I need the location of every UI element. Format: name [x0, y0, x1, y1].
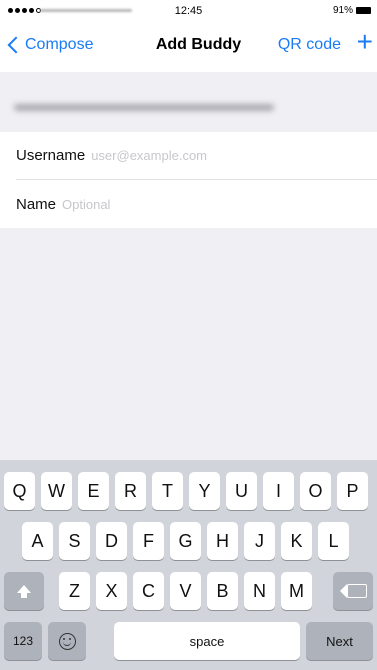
name-field[interactable] [62, 196, 377, 212]
key-e[interactable]: E [78, 472, 109, 510]
key-h[interactable]: H [207, 522, 238, 560]
battery-icon [356, 7, 371, 14]
delete-key[interactable] [333, 572, 373, 610]
qr-code-button[interactable]: QR code [278, 36, 341, 54]
key-u[interactable]: U [226, 472, 257, 510]
status-time: 12:45 [174, 5, 203, 17]
key-v[interactable]: V [170, 572, 201, 610]
section-header [0, 72, 377, 132]
battery-percent: 91% [332, 5, 353, 16]
key-r[interactable]: R [115, 472, 146, 510]
back-button-label: Compose [25, 36, 94, 53]
key-q[interactable]: Q [4, 472, 35, 510]
key-p[interactable]: P [337, 472, 368, 510]
key-f[interactable]: F [133, 522, 164, 560]
username-label: Username [16, 147, 86, 164]
shift-arrow-icon [17, 585, 31, 598]
add-icon[interactable]: + [357, 28, 373, 56]
shift-key[interactable] [4, 572, 44, 610]
emoji-icon [58, 632, 76, 650]
key-w[interactable]: W [41, 472, 72, 510]
username-row: Username [16, 132, 377, 180]
next-key[interactable]: Next [306, 622, 373, 660]
username-field[interactable] [91, 148, 377, 163]
name-row: Name [16, 180, 377, 228]
key-z[interactable]: Z [59, 572, 90, 610]
key-o[interactable]: O [300, 472, 331, 510]
key-m[interactable]: M [281, 572, 312, 610]
key-b[interactable]: B [207, 572, 238, 610]
key-n[interactable]: N [244, 572, 275, 610]
key-t[interactable]: T [152, 472, 183, 510]
key-g[interactable]: G [170, 522, 201, 560]
key-x[interactable]: X [96, 572, 127, 610]
delete-icon [340, 584, 367, 598]
name-label: Name [16, 195, 57, 213]
key-d[interactable]: D [96, 522, 127, 560]
key-j[interactable]: J [244, 522, 275, 560]
page-title: Add Buddy [155, 36, 242, 53]
emoji-key[interactable] [48, 622, 86, 660]
empty-content-area [0, 228, 377, 460]
key-s[interactable]: S [59, 522, 90, 560]
navigation-bar: Compose Add Buddy QR code + [0, 22, 377, 72]
key-c[interactable]: C [133, 572, 164, 610]
key-a[interactable]: A [22, 522, 53, 560]
back-button[interactable]: Compose [4, 36, 93, 54]
key-k[interactable]: K [281, 522, 312, 560]
keyboard: Q W E R T Y U I O P A S D F G H J K L Z … [0, 460, 377, 670]
key-y[interactable]: Y [189, 472, 220, 510]
status-bar: 12:45 91% [0, 0, 377, 22]
numbers-key[interactable]: 123 [4, 622, 42, 660]
key-l[interactable]: L [318, 522, 349, 560]
chevron-left-icon [7, 36, 25, 54]
add-buddy-form: Username Name [0, 132, 377, 228]
redacted-text [14, 104, 274, 111]
space-key[interactable]: space [114, 622, 300, 660]
key-i[interactable]: I [263, 472, 294, 510]
